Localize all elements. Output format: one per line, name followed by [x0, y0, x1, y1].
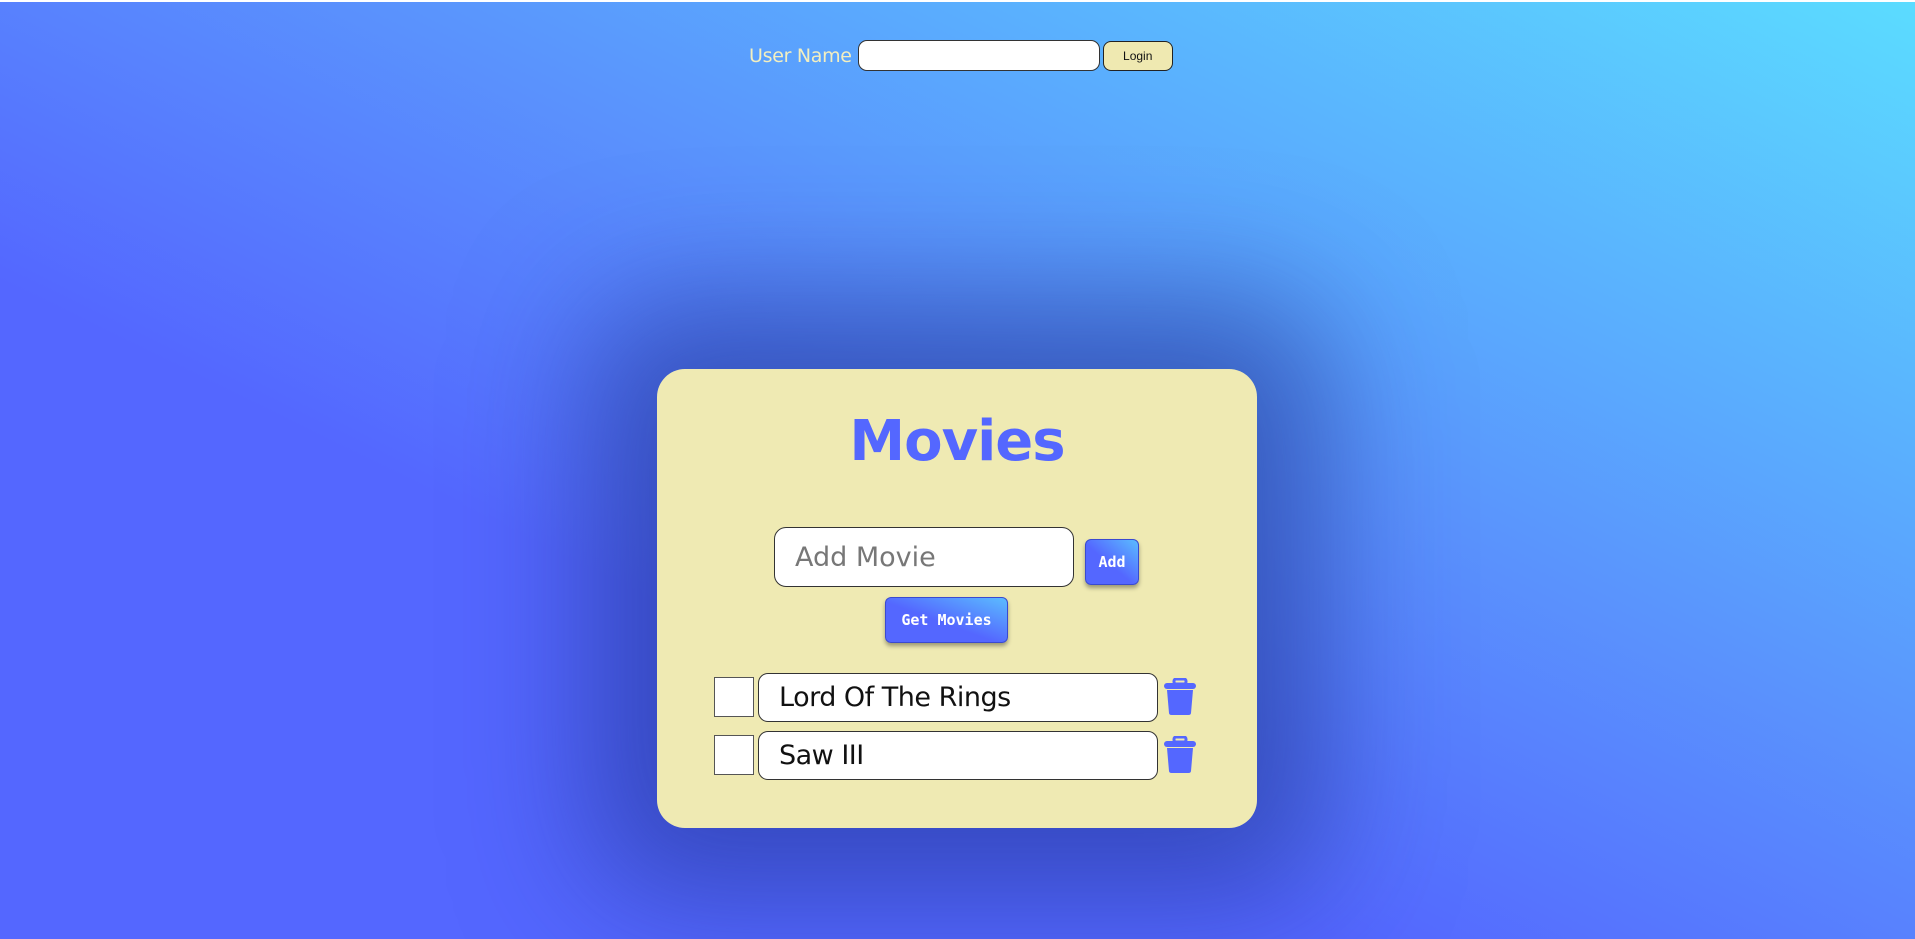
trash-icon[interactable]: [1162, 677, 1198, 717]
username-label: User Name: [749, 44, 852, 67]
trash-icon[interactable]: [1162, 735, 1198, 775]
username-input[interactable]: [857, 40, 1100, 71]
get-movies-button[interactable]: Get Movies: [885, 597, 1008, 643]
add-movie-input[interactable]: [774, 527, 1074, 587]
movie-row: Lord Of The Rings: [714, 672, 1198, 722]
login-bar: User Name Login: [749, 40, 1173, 71]
add-movie-button[interactable]: Add: [1085, 539, 1139, 585]
movie-title-field[interactable]: Lord Of The Rings: [758, 672, 1158, 722]
movie-row: Saw III: [714, 730, 1198, 780]
movies-card: Movies Add Get Movies Lord Of The Rings …: [657, 369, 1257, 828]
page-title: Movies: [849, 409, 1065, 474]
movie-checkbox[interactable]: [714, 735, 754, 775]
movie-title-field[interactable]: Saw III: [758, 730, 1158, 780]
top-border: [0, 0, 1915, 2]
movie-checkbox[interactable]: [714, 677, 754, 717]
login-button[interactable]: Login: [1102, 40, 1173, 71]
